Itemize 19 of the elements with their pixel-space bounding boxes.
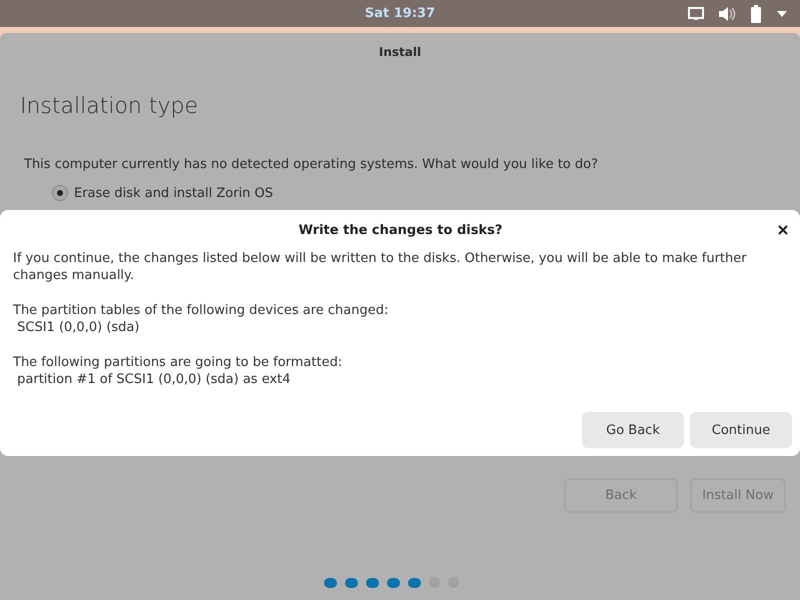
dialog-text: The partition tables of the following devices are changed: xyxy=(13,302,390,319)
dialog-text: partition #1 of SCSI1 (0,0,0) (sda) as ext4 xyxy=(16,371,292,388)
page-heading: Installation type xyxy=(20,94,199,119)
battery-icon[interactable] xyxy=(750,5,762,23)
screen-icon[interactable] xyxy=(688,7,704,21)
dialog-text: The following partitions are going to be formatted: xyxy=(13,354,344,371)
option-label[interactable]: Erase disk and install Zorin OS xyxy=(74,186,274,200)
continue-button[interactable]: Continue xyxy=(690,412,792,448)
dialog-text: SCSI1 (0,0,0) (sda) xyxy=(16,319,140,336)
radio-button[interactable] xyxy=(52,185,68,201)
go-back-button[interactable]: Go Back xyxy=(582,412,684,448)
dropdown-icon[interactable] xyxy=(776,10,788,18)
clock[interactable]: Sat 19:37 xyxy=(364,6,436,21)
question-text: This computer currently has no detected operating systems. What would you like to do? xyxy=(24,157,599,172)
window-title: Install xyxy=(378,44,422,61)
volume-icon[interactable] xyxy=(718,6,736,22)
dialog-title: Write the changes to disks? xyxy=(298,222,502,238)
dialog-text: If you continue, the changes listed below will be written to the disks. Otherwise, you will be able to make further changes manually. xyxy=(13,250,748,284)
close-icon[interactable] xyxy=(778,225,788,235)
